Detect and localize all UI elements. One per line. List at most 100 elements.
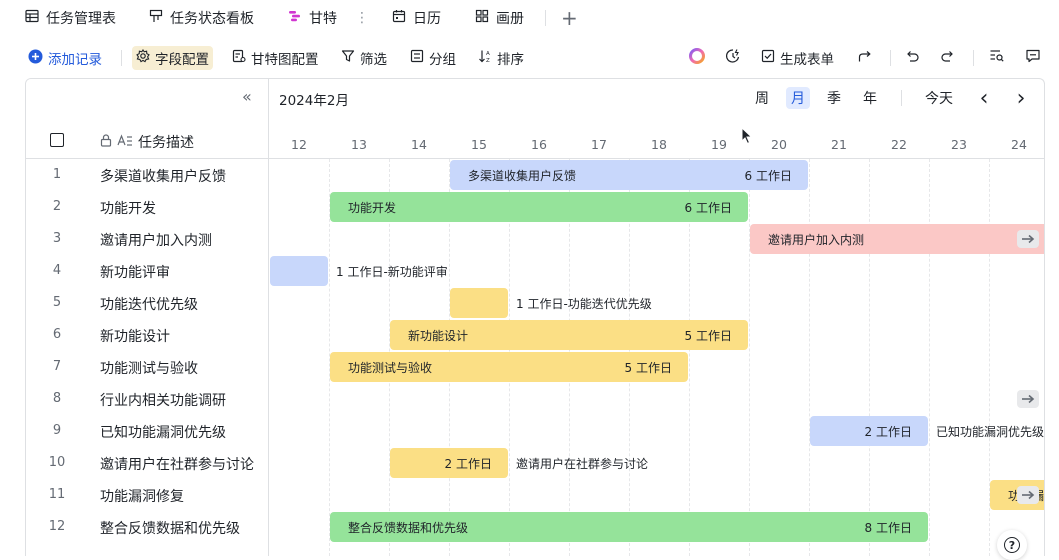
gantt-bar[interactable] <box>270 256 328 286</box>
gantt-bar-duration: 5 工作日 <box>684 329 732 343</box>
tab-table-view[interactable]: 任务管理表 <box>25 6 116 30</box>
day-header: 24 <box>1011 137 1027 152</box>
clock-bolt-icon <box>725 48 741 68</box>
divider <box>901 90 902 106</box>
table-row[interactable]: 11 功能漏洞修复 <box>26 479 269 511</box>
tab-calendar-view[interactable]: 日历 <box>392 6 441 30</box>
scale-week-button[interactable]: 周 <box>751 87 773 109</box>
gantt-bar-outside-label: 邀请用户在社群参与讨论 <box>516 457 649 471</box>
svg-text:A: A <box>486 51 490 57</box>
row-number: 7 <box>52 359 62 374</box>
redo-button[interactable] <box>938 48 958 68</box>
mouse-cursor-icon <box>741 126 753 149</box>
automation-button[interactable] <box>723 48 743 68</box>
divider <box>121 50 122 66</box>
scroll-to-bar-button[interactable] <box>1017 486 1039 504</box>
plus-icon: + <box>561 6 578 30</box>
gantt-bar[interactable]: 多渠道收集用户反馈 6 工作日 <box>450 160 808 190</box>
day-header: 16 <box>531 137 547 152</box>
group-button[interactable]: 分组 <box>406 46 460 70</box>
scale-week-label: 周 <box>755 91 769 107</box>
chevron-right-icon: › <box>1016 85 1026 111</box>
comment-icon <box>1025 48 1041 68</box>
field-config-button[interactable]: 字段配置 <box>132 46 213 70</box>
table-row[interactable]: 5 功能迭代优先级 <box>26 287 269 319</box>
generate-form-label: 生成表单 <box>780 52 834 68</box>
gantt-bar[interactable]: 2 工作日 <box>390 448 508 478</box>
filter-button[interactable]: 筛选 <box>337 46 391 70</box>
task-list-pane: « 任务描述 1 多渠道收集用户反馈 2 功能开发 3 邀请用户加入内测 4 新功能评审 5 功能… <box>26 79 269 556</box>
ai-assistant-button[interactable] <box>687 48 707 68</box>
gantt-bar[interactable]: 2 工作日 <box>810 416 928 446</box>
column-header-task[interactable]: 任务描述 <box>100 132 194 152</box>
gantt-bar[interactable]: 新功能设计 5 工作日 <box>390 320 748 350</box>
scale-quarter-label: 季 <box>827 91 841 107</box>
undo-icon <box>904 48 920 68</box>
sort-button[interactable]: AZ 排序 <box>474 46 528 70</box>
gantt-bar-label: 邀请用户加入内测 <box>768 233 865 247</box>
tab-gantt-view[interactable]: 甘特 <box>288 6 337 30</box>
tab-gantt-label: 甘特 <box>309 11 337 27</box>
scale-month-label: 月 <box>791 91 805 107</box>
add-record-button[interactable]: 添加记录 <box>24 46 106 70</box>
table-row[interactable]: 2 功能开发 <box>26 191 269 223</box>
task-name: 新功能设计 <box>100 329 170 345</box>
generate-form-button[interactable]: 生成表单 <box>757 46 838 70</box>
today-button[interactable]: 今天 <box>919 87 959 109</box>
tab-kanban-view[interactable]: 任务状态看板 <box>149 6 254 30</box>
filter-label: 筛选 <box>360 52 387 68</box>
scale-month-button[interactable]: 月 <box>786 87 810 109</box>
collapse-pane-button[interactable]: « <box>242 87 252 106</box>
gantt-bar[interactable]: 整合反馈数据和优先级 8 工作日 <box>330 512 928 542</box>
gantt-bar[interactable]: 邀请用户加入内测 <box>750 224 1044 254</box>
gantt-bar-duration: 8 工作日 <box>864 521 912 535</box>
gantt-bar-outside-label: 1 工作日-功能迭代优先级 <box>516 297 652 311</box>
tab-table-label: 任务管理表 <box>46 11 116 27</box>
sort-icon: AZ <box>478 49 492 67</box>
column-header-label: 任务描述 <box>138 135 194 151</box>
grid-icon <box>25 9 39 27</box>
gantt-config-button[interactable]: 甘特图配置 <box>228 46 323 70</box>
search-records-button[interactable] <box>987 48 1007 68</box>
table-row[interactable]: 4 新功能评审 <box>26 255 269 287</box>
table-row[interactable]: 1 多渠道收集用户反馈 <box>26 159 269 191</box>
gantt-bar-duration: 2 工作日 <box>864 425 912 439</box>
scale-year-button[interactable]: 年 <box>859 87 881 109</box>
table-row[interactable]: 7 功能测试与验收 <box>26 351 269 383</box>
select-all-checkbox[interactable] <box>50 133 64 147</box>
gear-icon <box>136 49 150 67</box>
table-row[interactable]: 9 已知功能漏洞优先级 <box>26 415 269 447</box>
table-row[interactable]: 8 行业内相关功能调研 <box>26 383 269 415</box>
comments-button[interactable] <box>1023 48 1043 68</box>
prev-period-button[interactable]: ‹ <box>974 86 994 111</box>
table-row[interactable]: 10 邀请用户在社群参与讨论 <box>26 447 269 479</box>
tab-gantt-more-button[interactable]: ⋮ <box>355 6 369 30</box>
group-label: 分组 <box>429 52 456 68</box>
gantt-view-container: « 任务描述 1 多渠道收集用户反馈 2 功能开发 3 邀请用户加入内测 4 新功能评审 5 功能… <box>25 78 1045 556</box>
task-name: 邀请用户加入内测 <box>100 233 212 249</box>
divider <box>890 50 891 66</box>
add-view-button[interactable]: + <box>561 6 578 30</box>
scroll-to-bar-button[interactable] <box>1017 390 1039 408</box>
undo-button[interactable] <box>902 48 922 68</box>
next-period-button[interactable]: › <box>1011 85 1031 111</box>
add-record-label: 添加记录 <box>48 52 102 68</box>
row-number: 5 <box>52 295 62 310</box>
gantt-bar[interactable] <box>450 288 508 318</box>
scroll-to-bar-button[interactable] <box>1017 230 1039 248</box>
kanban-icon <box>149 9 163 27</box>
tab-gallery-view[interactable]: 画册 <box>475 6 524 30</box>
today-label: 今天 <box>925 91 953 107</box>
scale-quarter-button[interactable]: 季 <box>823 87 845 109</box>
task-name: 已知功能漏洞优先级 <box>100 425 226 441</box>
gantt-bar-label: 功能开发 <box>348 201 397 215</box>
share-button[interactable] <box>855 48 875 68</box>
task-name: 整合反馈数据和优先级 <box>100 521 240 537</box>
task-name: 功能迭代优先级 <box>100 297 198 313</box>
table-row[interactable]: 6 新功能设计 <box>26 319 269 351</box>
table-row[interactable]: 3 邀请用户加入内测 <box>26 223 269 255</box>
gantt-bar[interactable]: 功能开发 6 工作日 <box>330 192 748 222</box>
table-row[interactable]: 12 整合反馈数据和优先级 <box>26 511 269 543</box>
tab-calendar-label: 日历 <box>413 11 441 27</box>
gantt-bar[interactable]: 功能测试与验收 5 工作日 <box>330 352 688 382</box>
